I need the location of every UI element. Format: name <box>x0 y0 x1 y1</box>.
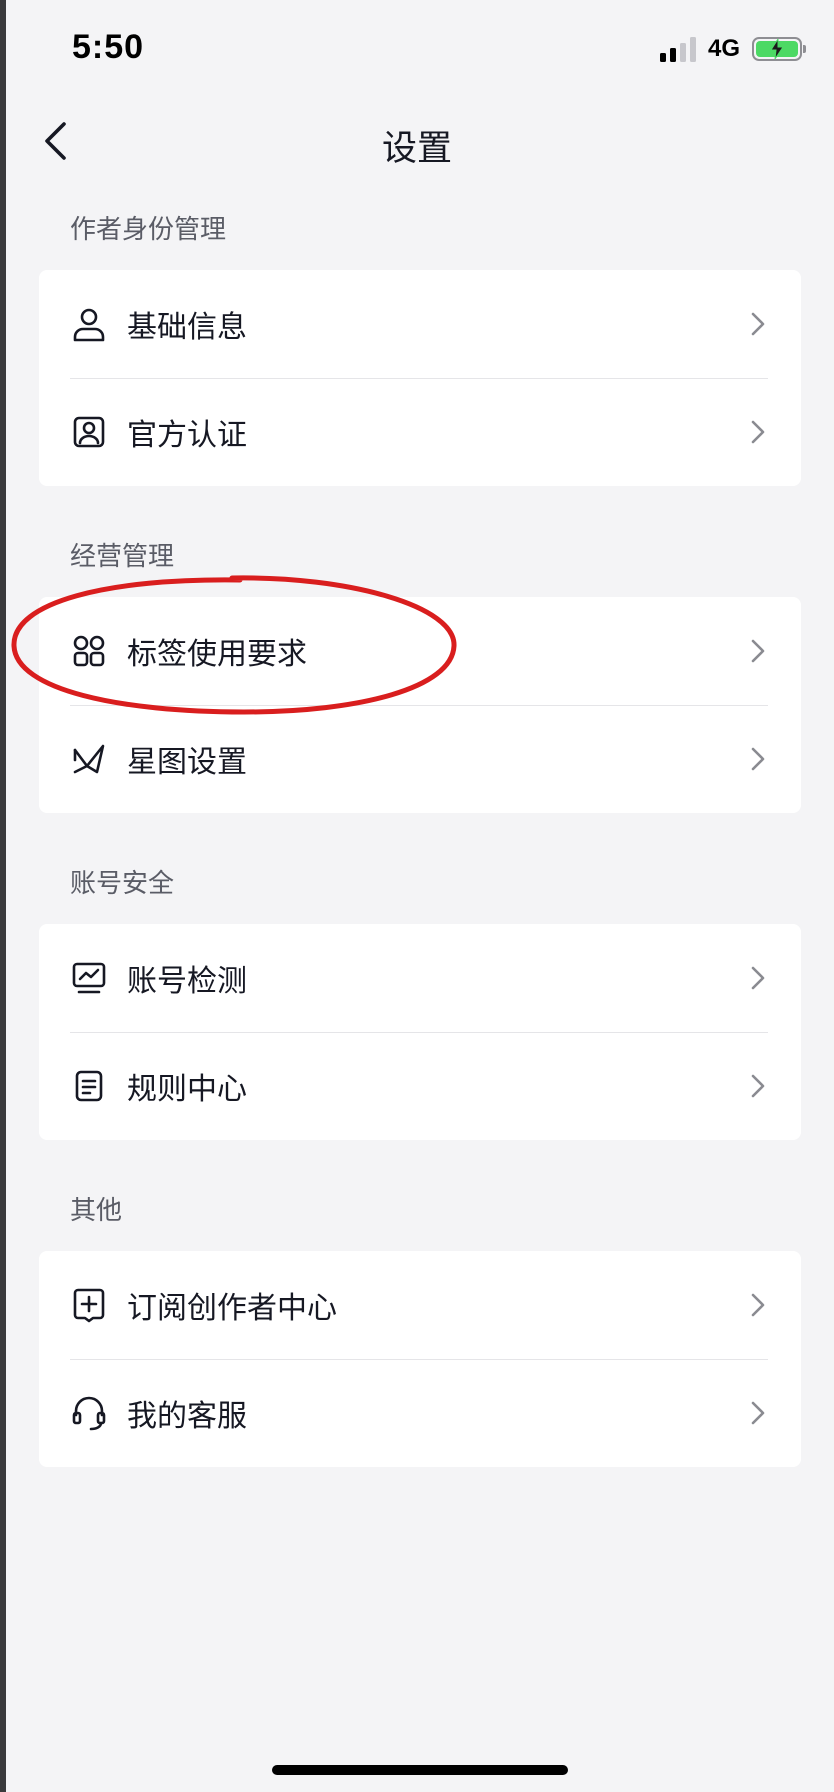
settings-item-label: 我的客服 <box>127 1399 247 1434</box>
grid-four-icon <box>70 632 108 670</box>
id-badge-icon <box>70 413 108 451</box>
section-header-identity: 作者身份管理 <box>70 215 227 245</box>
headset-icon <box>70 1394 108 1432</box>
screen-left-edge <box>0 0 6 1792</box>
settings-item-label: 官方认证 <box>127 418 247 453</box>
settings-item-basic-info[interactable]: 基础信息 <box>39 270 801 378</box>
settings-item-label: 账号检测 <box>127 964 247 999</box>
chevron-right-icon <box>749 963 767 993</box>
signal-bars-icon <box>659 36 696 62</box>
star-map-icon <box>70 740 108 778</box>
settings-item-official-verification[interactable]: 官方认证 <box>39 378 801 486</box>
section-header-account-security: 账号安全 <box>70 869 175 899</box>
chevron-right-icon <box>749 636 767 666</box>
status-bar: 5:50 4G <box>0 0 834 100</box>
settings-item-tag-requirements[interactable]: 标签使用要求 <box>39 597 801 705</box>
settings-item-label: 星图设置 <box>127 745 247 780</box>
status-indicators: 4G <box>659 34 806 64</box>
navigation-bar: 设置 <box>0 100 834 182</box>
status-time: 5:50 <box>72 28 145 66</box>
plus-square-icon <box>70 1286 108 1324</box>
person-icon <box>70 305 108 343</box>
document-icon <box>70 1067 108 1105</box>
settings-item-rules-center[interactable]: 规则中心 <box>39 1032 801 1140</box>
chevron-right-icon <box>749 1290 767 1320</box>
settings-item-label: 标签使用要求 <box>127 637 307 672</box>
chevron-right-icon <box>749 744 767 774</box>
settings-item-customer-service[interactable]: 我的客服 <box>39 1359 801 1467</box>
card-identity: 基础信息 官方认证 <box>39 270 801 486</box>
home-indicator[interactable] <box>272 1765 568 1775</box>
card-other: 订阅创作者中心 我的客服 <box>39 1251 801 1467</box>
section-header-other: 其他 <box>70 1196 123 1226</box>
monitor-chart-icon <box>70 959 108 997</box>
page-title: 设置 <box>381 129 452 169</box>
card-business: 标签使用要求 星图设置 <box>39 597 801 813</box>
chevron-right-icon <box>749 417 767 447</box>
chevron-right-icon <box>749 309 767 339</box>
section-header-business: 经营管理 <box>70 542 175 572</box>
settings-item-account-check[interactable]: 账号检测 <box>39 924 801 1032</box>
settings-item-label: 规则中心 <box>127 1072 247 1107</box>
battery-charging-icon <box>752 37 806 61</box>
settings-item-star-map-settings[interactable]: 星图设置 <box>39 705 801 813</box>
settings-item-label: 订阅创作者中心 <box>127 1291 337 1326</box>
chevron-right-icon <box>749 1071 767 1101</box>
card-account-security: 账号检测 规则中心 <box>39 924 801 1140</box>
chevron-right-icon <box>749 1398 767 1428</box>
settings-item-subscribe-creator-center[interactable]: 订阅创作者中心 <box>39 1251 801 1359</box>
network-type: 4G <box>707 35 740 62</box>
settings-item-label: 基础信息 <box>127 310 247 345</box>
